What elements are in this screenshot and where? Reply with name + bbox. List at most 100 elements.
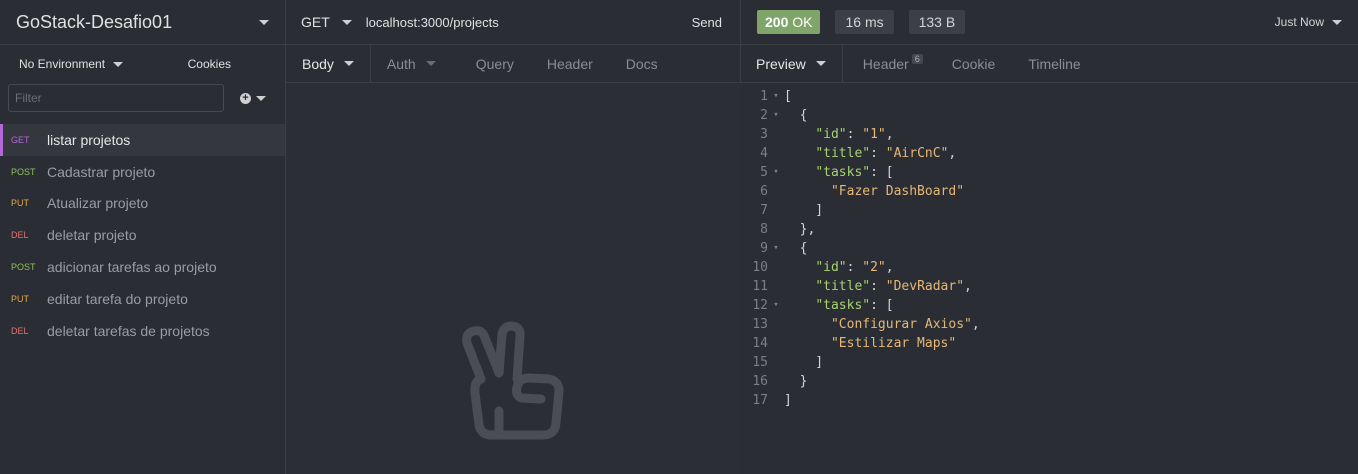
code-line: 5 ▾ "tasks": [ [741, 163, 980, 182]
status-code: 200 [765, 14, 789, 30]
request-item[interactable]: POST adicionar tarefas ao projeto [0, 251, 285, 283]
cookies-button[interactable]: Cookies [188, 57, 231, 71]
fold-gutter [768, 201, 784, 220]
sidebar: GoStack-Desafio01 No Environment Cookies… [0, 0, 286, 474]
json-punctuation: : [ [870, 298, 894, 313]
request-item[interactable]: DEL deletar projeto [0, 219, 285, 251]
tab-docs-label: Docs [625, 55, 658, 72]
code-line: 1 ▾[ [741, 87, 980, 106]
json-string: "Configurar Axios" [830, 317, 972, 332]
code-line: 17] [741, 391, 980, 410]
request-pane: GET localhost:3000/projects Send Body Au… [286, 0, 741, 474]
code-line: 13 "Configurar Axios", [741, 315, 980, 334]
workspace-menu[interactable]: GoStack-Desafio01 [0, 0, 285, 45]
line-number: 6 [760, 184, 768, 199]
tab-query[interactable]: Query [436, 45, 514, 83]
response-pane: 200 OK 16 ms 133 B Just Now Preview Head… [741, 0, 1358, 474]
code-line: 7 ] [741, 201, 980, 220]
tab-cookie[interactable]: Cookie [952, 45, 1029, 83]
chevron-down-icon [343, 61, 354, 66]
add-request-button[interactable]: + [240, 92, 266, 104]
json-punctuation [784, 315, 831, 334]
url-input[interactable]: localhost:3000/projects [366, 15, 692, 30]
request-tabs: Body Auth Query Header Docs [286, 44, 740, 83]
json-key: "title" [815, 146, 871, 161]
line-number: 17 [752, 393, 768, 408]
json-punctuation: ] [784, 203, 824, 218]
tab-timeline[interactable]: Timeline [1028, 45, 1080, 83]
json-punctuation [784, 258, 815, 277]
request-item[interactable]: DEL deletar tarefas de projetos [0, 315, 285, 347]
json-punctuation: : [846, 127, 863, 142]
json-punctuation [784, 144, 815, 163]
line-number: 8 [760, 222, 768, 237]
json-punctuation: , [971, 317, 980, 332]
json-punctuation [784, 334, 831, 353]
json-punctuation: , [948, 146, 957, 161]
json-punctuation: } [784, 374, 808, 389]
request-item[interactable]: GET listar projetos [0, 124, 285, 156]
request-item[interactable]: PUT Atualizar projeto [0, 188, 285, 220]
tab-preview-label: Preview [756, 55, 806, 72]
fold-gutter [768, 144, 784, 163]
fold-gutter [768, 277, 784, 296]
fold-gutter [768, 372, 784, 391]
method-badge: POST [11, 166, 36, 177]
json-key: "id" [815, 260, 847, 275]
method-badge: GET [11, 134, 30, 145]
method-selector[interactable]: GET [301, 14, 352, 30]
tab-header[interactable]: Header [514, 45, 593, 83]
tab-preview[interactable]: Preview [741, 44, 843, 83]
line-number: 10 [752, 260, 768, 275]
chevron-down-icon [341, 19, 352, 25]
fold-gutter [768, 182, 784, 201]
json-punctuation: : [870, 279, 886, 294]
json-punctuation: ] [784, 393, 792, 408]
environment-row: No Environment Cookies [0, 45, 285, 83]
chevron-down-icon [815, 61, 826, 66]
fold-arrow-icon[interactable]: ▾ [768, 296, 784, 315]
json-string: "Fazer DashBoard" [830, 184, 965, 199]
tab-auth-label: Auth [386, 55, 416, 72]
history-dropdown[interactable]: Just Now [1275, 15, 1342, 29]
fold-arrow-icon[interactable]: ▾ [768, 87, 784, 106]
status-bar: 200 OK 16 ms 133 B Just Now [741, 0, 1358, 45]
chevron-down-icon [256, 95, 266, 101]
request-item[interactable]: PUT editar tarefa do projeto [0, 283, 285, 315]
tab-auth[interactable]: Auth [371, 45, 436, 83]
fold-gutter [768, 315, 784, 334]
fold-arrow-icon[interactable]: ▾ [768, 106, 784, 125]
fold-gutter [768, 353, 784, 372]
filter-input[interactable] [8, 84, 224, 112]
request-name: deletar projeto [47, 227, 137, 244]
send-button[interactable]: Send [692, 15, 722, 30]
code-line: 16 } [741, 372, 980, 391]
request-name: Atualizar projeto [47, 195, 149, 212]
plus-circle-icon: + [240, 92, 251, 104]
method-badge: PUT [11, 293, 29, 304]
json-punctuation [784, 182, 831, 201]
environment-selector[interactable]: No Environment [19, 57, 124, 71]
request-name: listar projetos [47, 131, 131, 148]
code-line: 8 }, [741, 220, 980, 239]
request-list: GET listar projetos POST Cadastrar proje… [0, 124, 285, 347]
code-line: 14 "Estilizar Maps" [741, 334, 980, 353]
tab-docs[interactable]: Docs [593, 45, 658, 83]
line-number: 13 [752, 317, 768, 332]
status-badge: 200 OK [757, 10, 821, 34]
json-punctuation [784, 163, 815, 182]
fold-arrow-icon[interactable]: ▾ [768, 163, 784, 182]
response-json-viewer[interactable]: 1 ▾[2 ▾ {3 "id": "1", 4 "title": "AirCnC", 5… [741, 87, 980, 410]
json-punctuation: { [784, 241, 808, 256]
fold-arrow-icon[interactable]: ▾ [768, 239, 784, 258]
request-item[interactable]: POST Cadastrar projeto [0, 156, 285, 188]
json-punctuation: , [885, 260, 894, 275]
request-name: Cadastrar projeto [47, 163, 156, 180]
line-number: 11 [752, 279, 768, 294]
tab-response-header[interactable]: Header 6 [863, 45, 952, 83]
line-number: 4 [760, 146, 768, 161]
json-punctuation [784, 277, 815, 296]
environment-label: No Environment [19, 57, 106, 71]
code-line: 9 ▾ { [741, 239, 980, 258]
tab-body[interactable]: Body [286, 44, 371, 83]
